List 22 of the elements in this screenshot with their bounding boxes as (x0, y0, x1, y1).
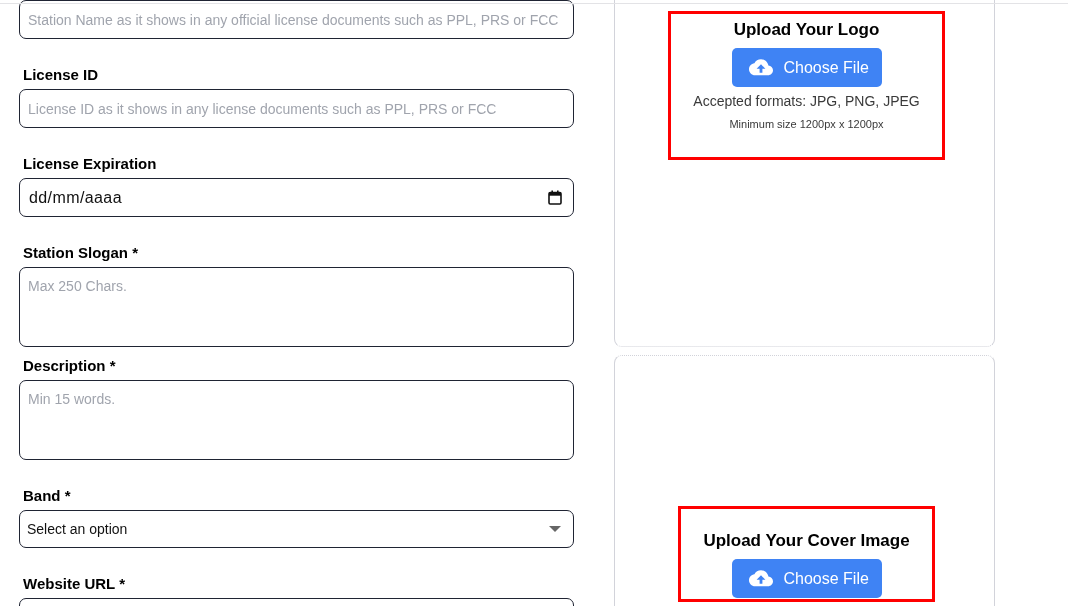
select-dropdown[interactable]: Select an option (19, 510, 574, 548)
cloud-upload-icon (748, 59, 773, 76)
calendar-icon[interactable] (548, 190, 562, 205)
text-area[interactable]: Max 250 Chars. (19, 267, 574, 347)
field-label: Band * (22, 486, 72, 506)
text-input[interactable]: Station Name as it shows in any official license documents such as PPL, PRS or FCC (19, 0, 574, 39)
upload-title: Upload Your Cover Image (703, 531, 910, 551)
choose-file-button[interactable]: Choose File (731, 48, 882, 87)
accepted-formats-text: Accepted formats: JPG, PNG, JPEG (693, 92, 920, 110)
date-field[interactable]: dd/mm/aaaa (19, 178, 574, 217)
field-label: Station Slogan * (22, 243, 139, 263)
minimum-size-text: Minimum size 1200px x 1200px (729, 117, 884, 132)
text-input[interactable]: License ID as it shows in any license documents such as PPL, PRS or FCC (19, 89, 574, 128)
field-label: License ID (22, 65, 100, 85)
text-area[interactable]: Min 15 words. (19, 380, 574, 460)
field-label: License Expiration (22, 154, 158, 174)
field-label: Description * (22, 356, 117, 376)
upload-title: Upload Your Logo (733, 20, 880, 40)
choose-file-button[interactable]: Choose File (731, 559, 882, 598)
field-label: Website URL * (22, 574, 126, 594)
caret-icon (549, 526, 561, 532)
cloud-upload-icon (748, 570, 773, 587)
